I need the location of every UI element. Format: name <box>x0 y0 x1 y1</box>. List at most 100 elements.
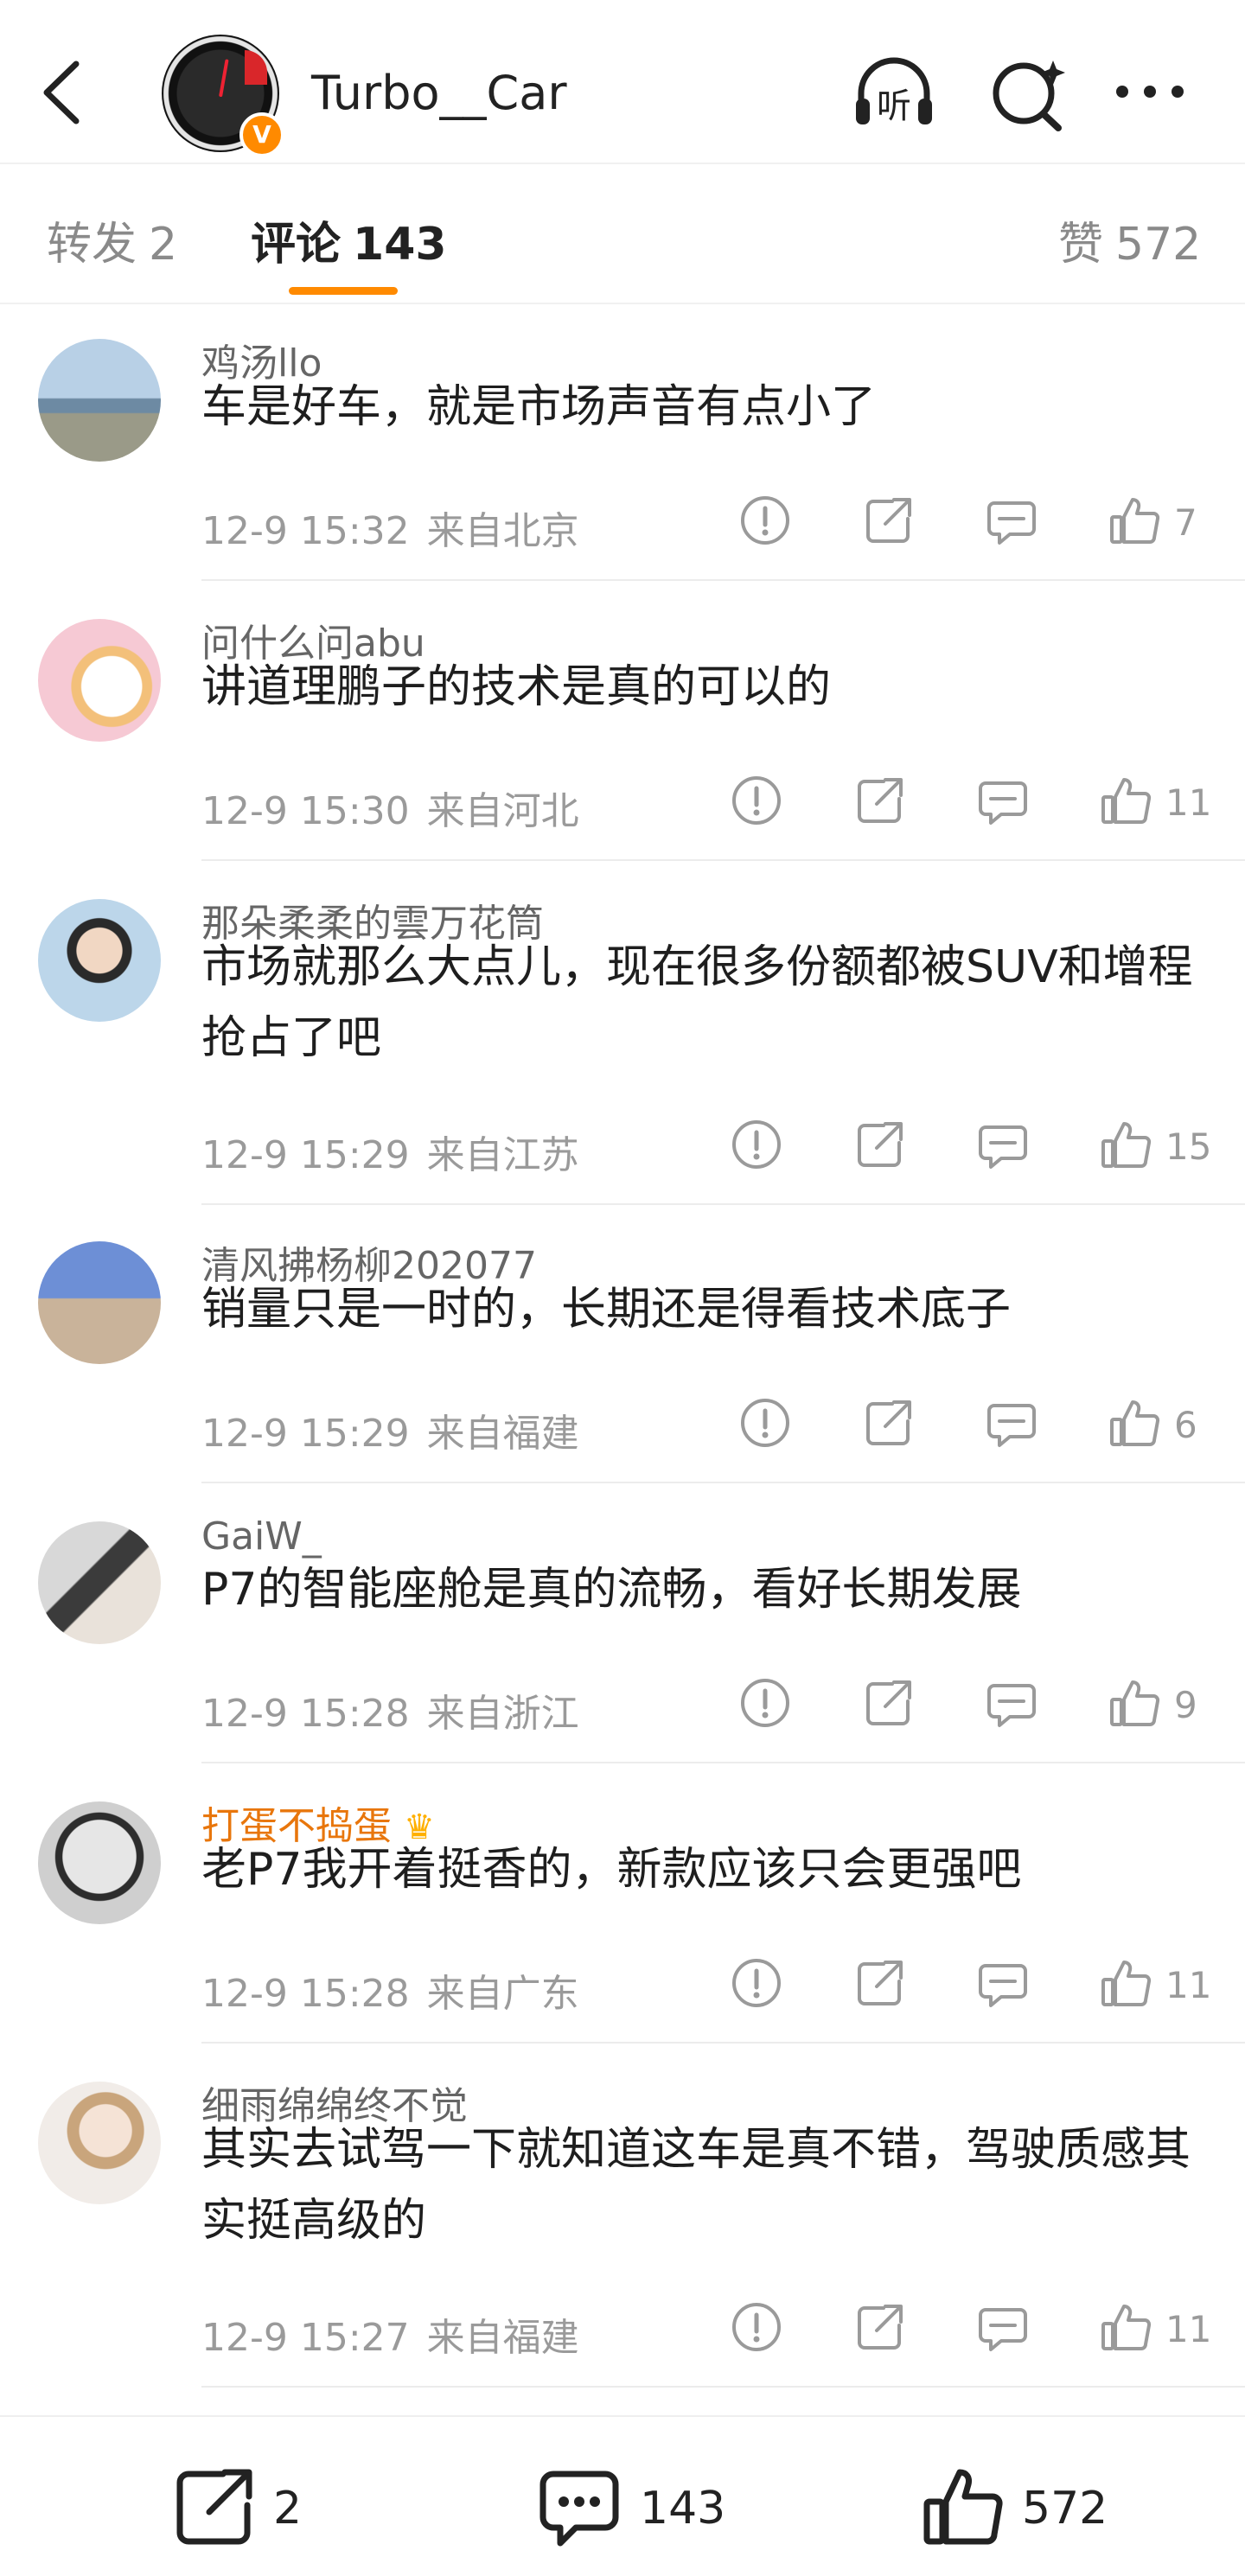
report-button[interactable] <box>731 1119 782 1170</box>
tab-likes-label: 赞 <box>1058 219 1104 271</box>
reply-button[interactable] <box>986 494 1038 546</box>
comment-like-count: 6 <box>1174 1404 1197 1446</box>
comment-divider <box>201 579 1245 581</box>
reply-button[interactable] <box>986 1677 1038 1729</box>
comment-text: 老P7我开着挺香的，新款应该只会更强吧 <box>201 1844 1022 1896</box>
tab-reposts[interactable]: 转发 2 <box>47 207 177 272</box>
share-comment-button[interactable] <box>863 1677 915 1729</box>
more-icon <box>1116 86 1184 98</box>
report-button[interactable] <box>739 1397 791 1449</box>
share-icon <box>866 1400 911 1445</box>
share-icon <box>858 1122 903 1167</box>
share-icon <box>858 778 903 823</box>
comment-meta: 12-9 15:32 来自北京 <box>201 500 579 555</box>
comment-divider <box>201 2042 1245 2044</box>
comment-like-count: 15 <box>1165 1125 1212 1168</box>
more-button[interactable] <box>1107 52 1193 135</box>
share-icon <box>858 2305 903 2350</box>
share-comment-button[interactable] <box>854 1119 906 1170</box>
comment-icon <box>540 2471 619 2547</box>
reply-button[interactable] <box>977 1119 1029 1170</box>
user-avatar[interactable] <box>38 619 161 742</box>
repost-button[interactable]: 2 <box>171 2464 344 2550</box>
comment-like-count: 11 <box>1165 1964 1212 2006</box>
listen-button[interactable]: 听 <box>851 52 937 135</box>
comment-like-count: 11 <box>1165 781 1212 824</box>
user-avatar[interactable] <box>38 1521 161 1644</box>
comment-like-button[interactable] <box>1100 1957 1152 2009</box>
reply-button[interactable] <box>977 2301 1029 2353</box>
report-button[interactable] <box>731 2301 782 2353</box>
comment-time: 12-9 15:28 <box>201 1972 410 2016</box>
report-icon <box>732 1959 781 2007</box>
comment-like-count: 9 <box>1174 1684 1197 1726</box>
comment-like-button[interactable] <box>1108 1397 1160 1449</box>
report-icon <box>741 1399 789 1447</box>
reply-icon <box>979 1964 1027 2007</box>
comment-count: 143 <box>640 2483 726 2535</box>
thumbs-up-icon <box>1110 498 1160 544</box>
like-button[interactable]: 572 <box>920 2464 1162 2550</box>
comment-location: 来自广东 <box>426 1972 579 2016</box>
report-icon <box>741 496 789 545</box>
comment-meta: 12-9 15:30 来自河北 <box>201 780 579 835</box>
comment-text: 车是好车，就是市场声音有点小了 <box>201 381 877 433</box>
report-button[interactable] <box>731 1957 782 2009</box>
share-comment-button[interactable] <box>854 1957 906 2009</box>
comment-username[interactable]: GaiW_ <box>201 1514 322 1559</box>
comment-like-button[interactable] <box>1100 1119 1152 1170</box>
comment-location: 来自江苏 <box>426 1133 579 1177</box>
comment-location: 来自福建 <box>426 1412 579 1456</box>
tab-likes[interactable]: 赞 572 <box>1058 207 1201 272</box>
report-button[interactable] <box>731 775 782 826</box>
back-button[interactable] <box>36 54 97 131</box>
comment-time: 12-9 15:27 <box>201 2316 410 2360</box>
tab-comments-label: 评论 <box>251 219 342 271</box>
thumbs-up-icon <box>923 2469 1003 2545</box>
report-icon <box>732 1120 781 1169</box>
user-avatar[interactable] <box>38 2082 161 2204</box>
verified-badge: V <box>239 112 284 157</box>
comment-like-count: 11 <box>1165 2308 1212 2350</box>
bottom-action-bar: 2 143 572 <box>0 2415 1245 2576</box>
share-comment-button[interactable] <box>854 775 906 826</box>
comment-text: 销量只是一时的，长期还是得看技术底子 <box>201 1284 1012 1336</box>
tab-bar: 转发 2 评论 143 赞 572 <box>0 173 1245 304</box>
comment-text: 讲道理鹏子的技术是真的可以的 <box>201 661 832 713</box>
comment-like-button[interactable] <box>1100 775 1152 826</box>
reply-icon <box>979 1125 1027 1169</box>
report-button[interactable] <box>739 1677 791 1729</box>
repost-count: 2 <box>273 2483 303 2535</box>
search-button[interactable] <box>986 52 1072 135</box>
comment-divider <box>201 1203 1245 1205</box>
comment-like-button[interactable] <box>1108 494 1160 546</box>
user-avatar[interactable] <box>38 1801 161 1924</box>
comment-location: 来自河北 <box>426 789 579 833</box>
user-avatar[interactable] <box>38 899 161 1022</box>
comment-button[interactable]: 143 <box>536 2464 761 2550</box>
user-avatar[interactable] <box>38 339 161 462</box>
listen-icon: 听 <box>856 57 932 126</box>
back-icon <box>43 61 80 124</box>
account-name[interactable]: Turbo__Car <box>311 66 567 120</box>
comment-location: 来自浙江 <box>426 1692 579 1736</box>
repost-icon <box>176 2469 252 2545</box>
share-comment-button[interactable] <box>863 1397 915 1449</box>
comment-like-button[interactable] <box>1100 2301 1152 2353</box>
share-icon <box>866 498 911 543</box>
comment-like-button[interactable] <box>1108 1677 1160 1729</box>
share-comment-button[interactable] <box>854 2301 906 2353</box>
user-avatar[interactable] <box>38 1241 161 1364</box>
reply-button[interactable] <box>977 775 1029 826</box>
tab-comments[interactable]: 评论 143 <box>251 207 447 272</box>
thumbs-up-icon <box>1101 778 1152 824</box>
reply-icon <box>979 2308 1027 2351</box>
comment-divider <box>201 1482 1245 1483</box>
share-comment-button[interactable] <box>863 494 915 546</box>
reply-button[interactable] <box>986 1397 1038 1449</box>
reply-icon <box>987 1404 1036 1447</box>
comment-meta: 12-9 15:27 来自福建 <box>201 2306 579 2362</box>
report-button[interactable] <box>739 494 791 546</box>
like-count: 572 <box>1022 2483 1108 2535</box>
reply-button[interactable] <box>977 1957 1029 2009</box>
